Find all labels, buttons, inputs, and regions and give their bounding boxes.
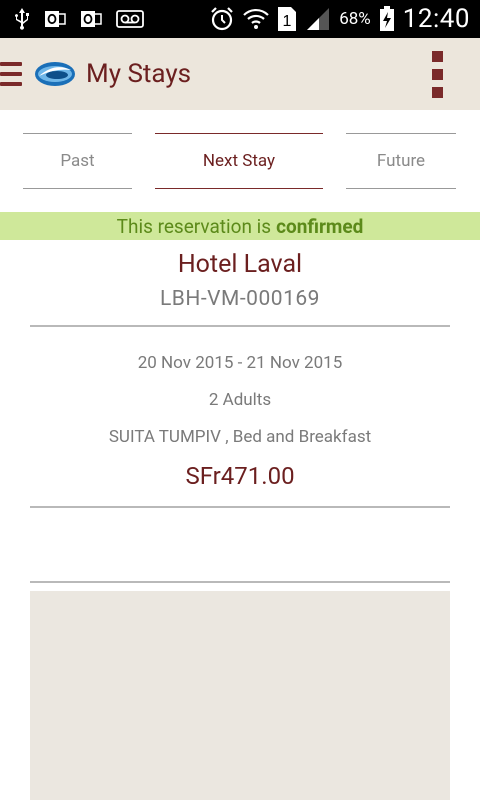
total-price: SFr471.00	[185, 462, 295, 490]
confirmation-banner: This reservation is confirmed	[0, 212, 480, 240]
stay-tabs: Past Next Stay Future	[0, 110, 480, 210]
battery-charging-icon	[379, 6, 395, 32]
usb-icon	[14, 8, 30, 30]
signal-icon	[305, 7, 331, 31]
stay-dates: 20 Nov 2015 - 21 Nov 2015	[137, 353, 343, 373]
hotel-name: Hotel Laval	[177, 250, 303, 279]
divider	[30, 325, 450, 327]
hotel-map[interactable]	[30, 591, 450, 800]
wifi-icon	[243, 7, 269, 31]
divider	[30, 506, 450, 508]
page-title: My Stays	[86, 59, 192, 89]
voicemail-icon	[116, 10, 144, 28]
tab-next-stay[interactable]: Next Stay	[155, 133, 323, 189]
room-type: SUITA TUMPIV , Bed and Breakfast	[108, 427, 372, 447]
action-bar: My Stays	[0, 38, 480, 110]
battery-percent: 68%	[339, 9, 371, 29]
status-badge: confirmed	[276, 214, 364, 238]
svg-text:1: 1	[283, 13, 292, 30]
reservation-code: LBH-VM-000169	[159, 287, 320, 311]
alarm-icon	[209, 6, 235, 32]
app-logo[interactable]	[34, 59, 76, 89]
divider	[30, 581, 450, 583]
guest-count: 2 Adults	[208, 390, 272, 410]
overflow-menu-icon[interactable]	[432, 38, 444, 110]
status-bar: 1 68% 12:40	[0, 0, 480, 38]
tab-future[interactable]: Future	[346, 133, 456, 189]
sim-icon: 1	[277, 6, 297, 32]
hamburger-icon[interactable]	[0, 38, 28, 110]
banner-text: This reservation is	[116, 214, 272, 238]
clock: 12:40	[402, 4, 470, 34]
outlook-icon	[80, 9, 102, 29]
outlook-icon	[44, 9, 66, 29]
tab-past[interactable]: Past	[23, 133, 132, 189]
